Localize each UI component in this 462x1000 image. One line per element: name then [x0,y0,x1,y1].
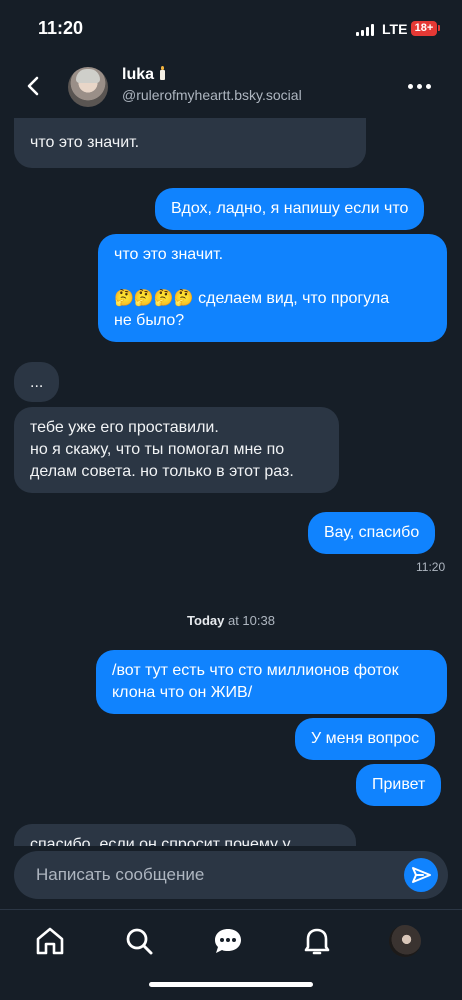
contact-handle: @rulerofmyheartt.bsky.social [122,87,302,103]
message-bubble[interactable]: что это значит. [14,118,366,168]
contact-name[interactable]: luka [122,66,167,84]
status-bar: 11:20 LTE 18+ [0,0,462,56]
candle-icon [157,66,167,80]
bell-icon[interactable] [300,924,334,958]
battery-tip [438,25,440,31]
more-icon[interactable] [408,84,432,90]
message-bubble[interactable]: Привет [356,764,442,806]
day-time: at 10:38 [224,613,275,628]
message-bubble[interactable]: тебе уже его проставили. но я скажу, что… [14,407,339,493]
message-bubble[interactable]: Вау, спасибо [308,512,436,554]
message-bubble[interactable]: /вот тут есть что сто миллионов фоток кл… [96,650,447,714]
message-bubble[interactable]: что это значит. 🤔🤔🤔🤔 сделаем вид, что пр… [98,234,447,342]
message-bubble[interactable]: Вдох, ладно, я напишу если что [155,188,425,230]
message-composer [14,851,448,899]
network-label: LTE [382,21,408,37]
contact-name-text: luka [122,66,155,83]
message-input[interactable] [36,851,396,899]
message-bubble[interactable]: ... [14,362,60,402]
avatar[interactable] [68,67,108,107]
day-separator: Today at 10:38 [0,613,462,628]
signal-icon [356,24,374,36]
search-icon[interactable] [122,924,156,958]
day-label: Today [187,613,225,628]
send-icon[interactable] [404,858,438,892]
profile-avatar[interactable] [389,925,421,957]
message-list[interactable]: что это значит. Вдох, ладно, я напишу ес… [0,118,462,846]
chat-icon[interactable] [211,924,245,958]
home-icon[interactable] [33,924,67,958]
chat-header: luka @rulerofmyheartt.bsky.social [0,56,462,118]
message-bubble[interactable]: спасибо, если он спросит почему у [14,824,356,846]
battery-icon: 18+ [411,21,437,36]
back-chevron-icon[interactable] [22,74,46,98]
message-bubble[interactable]: У меня вопрос [295,718,436,760]
status-time: 11:20 [38,18,84,38]
home-indicator [149,982,313,987]
message-timestamp: 11:20 [416,560,446,574]
